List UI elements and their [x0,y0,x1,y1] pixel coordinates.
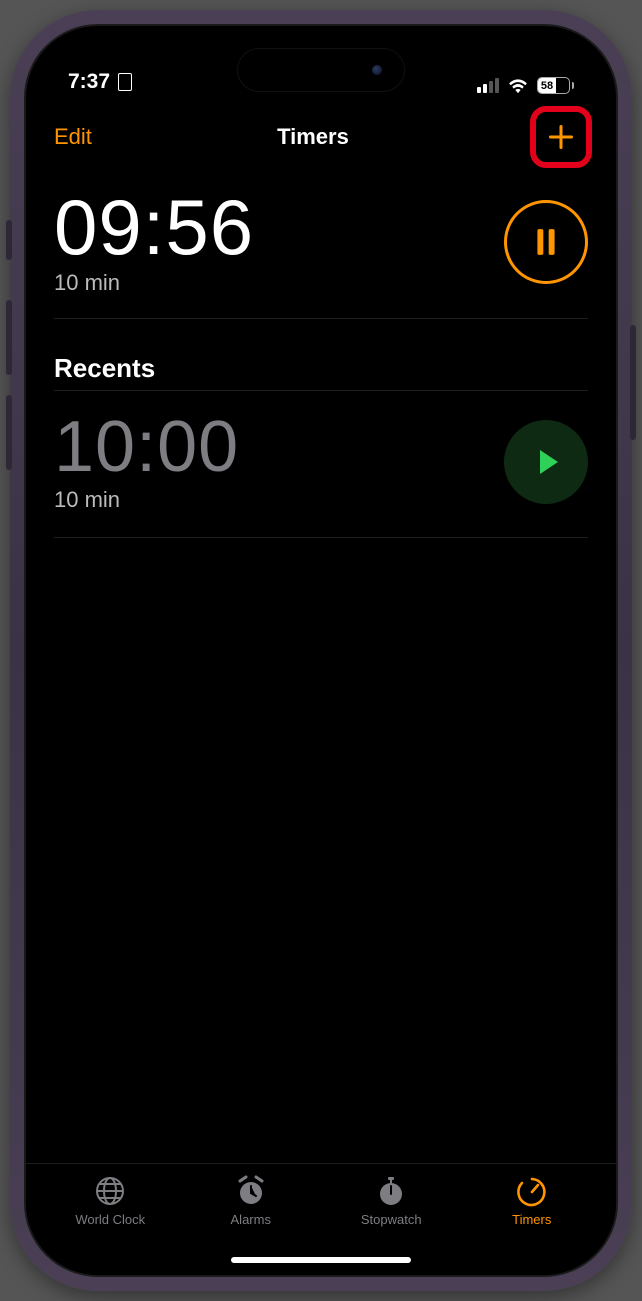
tab-label: Stopwatch [361,1212,422,1227]
side-button-silence [6,220,12,260]
side-button-power [630,325,636,440]
active-timer-label: 10 min [54,270,254,296]
edit-button[interactable]: Edit [54,124,92,150]
globe-icon [93,1174,127,1208]
cellular-icon [477,78,499,93]
recent-timer-time: 10:00 [54,411,239,483]
battery-icon: 58 [537,77,574,94]
active-timer-time: 09:56 [54,188,254,266]
play-button[interactable] [504,420,588,504]
phone-frame: 7:37 58 Edit Timers [10,10,632,1291]
dynamic-island [237,48,405,92]
home-indicator[interactable] [231,1257,411,1263]
screen: 7:37 58 Edit Timers [24,24,618,1277]
recent-timer-text: 10:00 10 min [54,411,239,513]
content: 09:56 10 min Recents 10:00 10 min [26,182,616,1163]
pause-button[interactable] [504,200,588,284]
recent-timer-row[interactable]: 10:00 10 min [54,391,588,538]
side-button-vol-down [6,395,12,470]
tab-label: World Clock [75,1212,145,1227]
tab-timers[interactable]: Timers [462,1174,603,1275]
tab-label: Timers [512,1212,551,1227]
status-time: 7:37 [68,70,110,94]
active-timer-row[interactable]: 09:56 10 min [54,182,588,319]
battery-percent: 58 [541,80,553,92]
timer-icon [515,1174,549,1208]
wifi-icon [507,78,529,94]
recents-header: Recents [54,353,588,384]
add-button[interactable] [534,110,588,164]
pause-icon [533,227,559,257]
page-title: Timers [277,124,349,150]
annotation-highlight [530,106,592,168]
active-timer-text: 09:56 10 min [54,188,254,296]
side-button-vol-up [6,300,12,375]
stopwatch-icon [374,1174,408,1208]
notes-indicator-icon [118,73,132,91]
tab-label: Alarms [231,1212,271,1227]
recent-timer-label: 10 min [54,487,239,513]
play-icon [536,448,560,476]
navbar: Edit Timers [26,98,616,182]
alarm-icon [234,1174,268,1208]
tab-world-clock[interactable]: World Clock [40,1174,181,1275]
